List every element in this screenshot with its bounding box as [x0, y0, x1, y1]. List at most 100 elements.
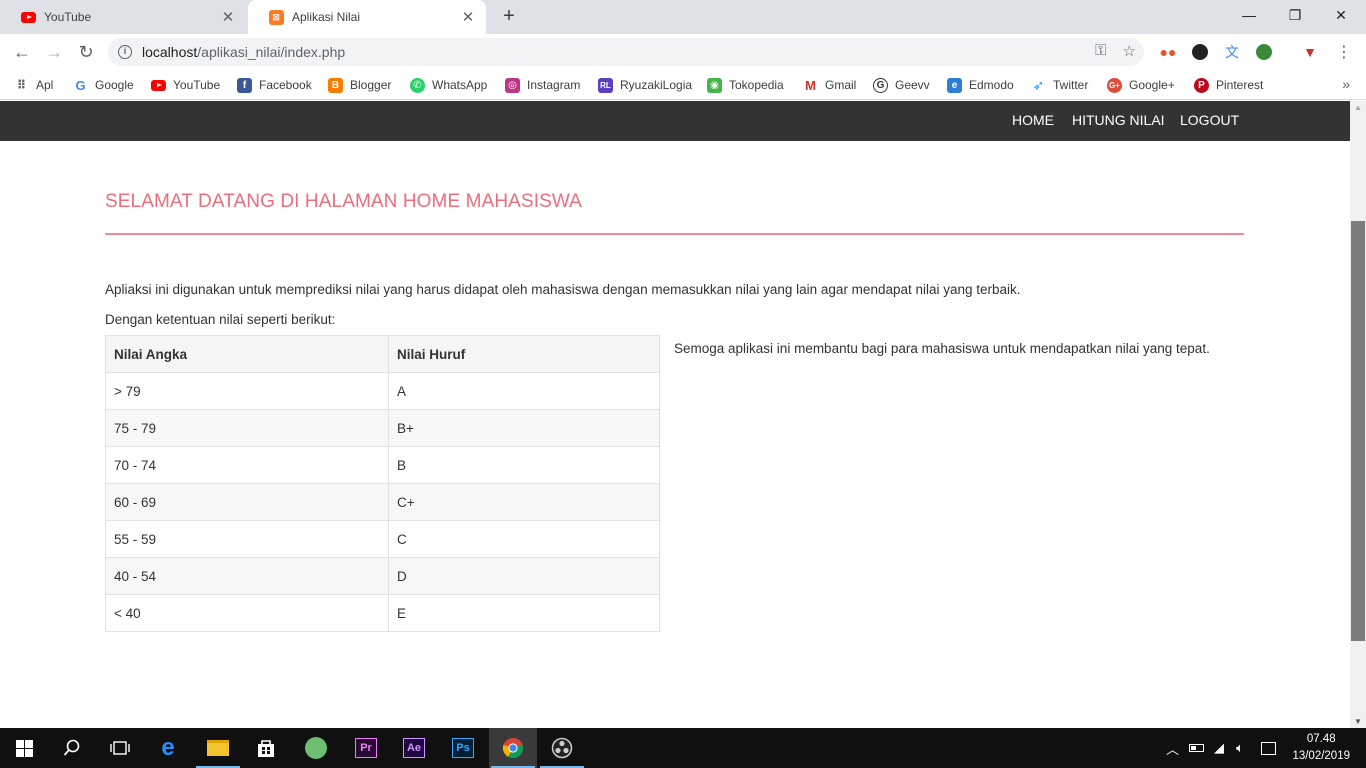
back-icon[interactable]: ←: [10, 40, 34, 64]
site-info-icon[interactable]: i: [118, 45, 132, 59]
bookmark-whatsapp[interactable]: ✆ WhatsApp: [410, 76, 487, 94]
bookmark-label: Twitter: [1053, 78, 1089, 92]
task-view-icon[interactable]: [96, 728, 144, 768]
instagram-icon: ◎: [505, 77, 520, 93]
bookmark-label: Instagram: [527, 78, 581, 92]
title-divider: [105, 233, 1244, 235]
bookmark-instagram[interactable]: ◎ Instagram: [505, 76, 580, 94]
restore-button[interactable]: ❐: [1272, 0, 1318, 30]
nilai-huruf-cell: B+: [388, 409, 660, 447]
table-row: 40 - 54 D: [105, 557, 660, 595]
bookmark-label: Pinterest: [1216, 78, 1264, 92]
scroll-down-arrow-icon[interactable]: ▼: [1350, 717, 1366, 726]
more-bookmarks-icon[interactable]: »: [1342, 76, 1350, 92]
premiere-icon[interactable]: Pr: [342, 728, 390, 768]
extension-dark-icon[interactable]: [1190, 42, 1210, 62]
bookmark-label: Google+: [1129, 78, 1175, 92]
table-row: > 79 A: [105, 372, 660, 410]
pinterest-icon: P: [1194, 77, 1209, 93]
network-icon[interactable]: ◢: [1214, 728, 1224, 768]
notification-icon[interactable]: [1261, 728, 1276, 768]
bookmark-tokopedia[interactable]: ◉ Tokopedia: [707, 76, 784, 94]
key-icon[interactable]: ⚿: [1095, 42, 1106, 60]
column-header: Nilai Angka: [105, 335, 389, 373]
bookmark-youtube[interactable]: YouTube: [151, 76, 220, 94]
after-effects-icon[interactable]: Ae: [390, 728, 438, 768]
bookmark-google[interactable]: G Google: [73, 76, 133, 94]
bookmark-facebook[interactable]: f Facebook: [237, 76, 312, 94]
bookmark-label: Facebook: [259, 78, 312, 92]
bookmark-twitter[interactable]: ➶ Twitter: [1031, 76, 1089, 94]
bookmarks-bar: ⠿ Apl G Google YouTube f Facebook B Blog…: [0, 70, 1366, 100]
table-row: 75 - 79 B+: [105, 409, 660, 447]
bookmark-label: Apl: [36, 78, 54, 92]
subintro-text: Dengan ketentuan nilai seperti berikut:: [105, 312, 336, 327]
menu-kebab-icon[interactable]: ⋮: [1334, 42, 1354, 62]
scrollbar-thumb[interactable]: [1351, 221, 1365, 641]
intro-text: Apliaksi ini digunakan untuk memprediksi…: [105, 282, 1021, 297]
close-tab-icon[interactable]: ✕: [220, 8, 236, 26]
tab-title: YouTube: [44, 10, 92, 24]
windows-taskbar: e Pr Ae Ps ︿ ◢ 🔈︎ 07.48 13/02/2019: [0, 728, 1366, 768]
page-title: SELAMAT DATANG DI HALAMAN HOME MAHASISWA: [105, 191, 582, 212]
bookmark-label: Gmail: [825, 78, 857, 92]
tab-aplikasi-nilai[interactable]: ⊠ Aplikasi Nilai ✕: [248, 0, 486, 34]
blogger-icon: B: [328, 77, 343, 93]
bookmark-apps[interactable]: ⠿ Apl: [14, 76, 54, 94]
geevv-icon: G: [873, 77, 888, 93]
photoshop-label: Ps: [452, 738, 474, 758]
store-icon[interactable]: [242, 728, 290, 768]
tab-strip: YouTube ✕ ⊠ Aplikasi Nilai ✕ + — ❐ ✕: [0, 0, 1366, 34]
page-scrollbar[interactable]: ▲ ▼: [1350, 101, 1366, 728]
url-host: localhost: [142, 44, 198, 60]
site-navbar: HOME HITUNG NILAI LOGOUT: [0, 101, 1350, 141]
address-bar[interactable]: i localhost/aplikasi_nilai/index.php ⚿ ☆: [108, 38, 1144, 66]
show-hidden-icons[interactable]: ︿: [1166, 728, 1179, 768]
nav-logout-link[interactable]: LOGOUT: [1180, 101, 1239, 141]
close-window-button[interactable]: ✕: [1318, 0, 1364, 30]
apps-grid-icon: ⠿: [16, 78, 27, 92]
battery-icon[interactable]: [1189, 728, 1204, 768]
minimize-button[interactable]: —: [1226, 0, 1272, 30]
bookmark-pinterest[interactable]: P Pinterest: [1194, 76, 1263, 94]
nilai-angka-cell: 60 - 69: [105, 483, 389, 521]
edge-icon[interactable]: e: [144, 728, 192, 768]
bookmark-gmail[interactable]: M Gmail: [803, 76, 856, 94]
tab-youtube[interactable]: YouTube ✕: [0, 0, 246, 34]
reload-icon[interactable]: ↻: [74, 40, 98, 64]
extension-people-icon[interactable]: ●●: [1158, 42, 1178, 62]
bookmark-label: Blogger: [350, 78, 392, 92]
search-icon[interactable]: [48, 728, 96, 768]
obs-icon[interactable]: [538, 728, 586, 768]
page-viewport: HOME HITUNG NILAI LOGOUT SELAMAT DATANG …: [0, 101, 1350, 728]
file-explorer-icon[interactable]: [194, 728, 242, 768]
translate-icon[interactable]: 文: [1222, 42, 1242, 62]
twitter-icon: ➶: [1032, 76, 1045, 93]
edmodo-icon: e: [947, 77, 962, 93]
new-tab-button[interactable]: +: [498, 5, 520, 27]
photoshop-icon[interactable]: Ps: [439, 728, 487, 768]
start-icon[interactable]: [0, 728, 48, 768]
nilai-huruf-cell: A: [388, 372, 660, 410]
taskbar-clock[interactable]: 07.48 13/02/2019: [1292, 731, 1350, 765]
volume-icon[interactable]: 🔈︎: [1236, 728, 1244, 768]
forward-icon[interactable]: →: [42, 40, 66, 64]
bookmark-star-icon[interactable]: ☆: [1123, 42, 1136, 60]
extension-globe-icon[interactable]: [1254, 42, 1274, 62]
bookmark-label: YouTube: [173, 78, 221, 92]
close-tab-icon[interactable]: ✕: [460, 8, 476, 26]
scroll-up-arrow-icon[interactable]: ▲: [1350, 103, 1366, 112]
bookmark-google-plus[interactable]: G+ Google+: [1107, 76, 1175, 94]
nilai-angka-cell: 40 - 54: [105, 557, 389, 595]
gmail-icon: M: [805, 77, 816, 93]
app-icon[interactable]: [292, 728, 340, 768]
nilai-angka-cell: 55 - 59: [105, 520, 389, 558]
extension-fox-icon[interactable]: ▼: [1300, 42, 1320, 62]
chrome-icon[interactable]: [489, 728, 537, 768]
bookmark-geevv[interactable]: G Geevv: [873, 76, 930, 94]
bookmark-ryuzakilogia[interactable]: RL RyuzakiLogia: [598, 76, 692, 94]
bookmark-blogger[interactable]: B Blogger: [328, 76, 391, 94]
nav-hitung-nilai-link[interactable]: HITUNG NILAI: [1072, 101, 1165, 141]
bookmark-edmodo[interactable]: e Edmodo: [947, 76, 1014, 94]
nav-home-link[interactable]: HOME: [1012, 101, 1054, 141]
